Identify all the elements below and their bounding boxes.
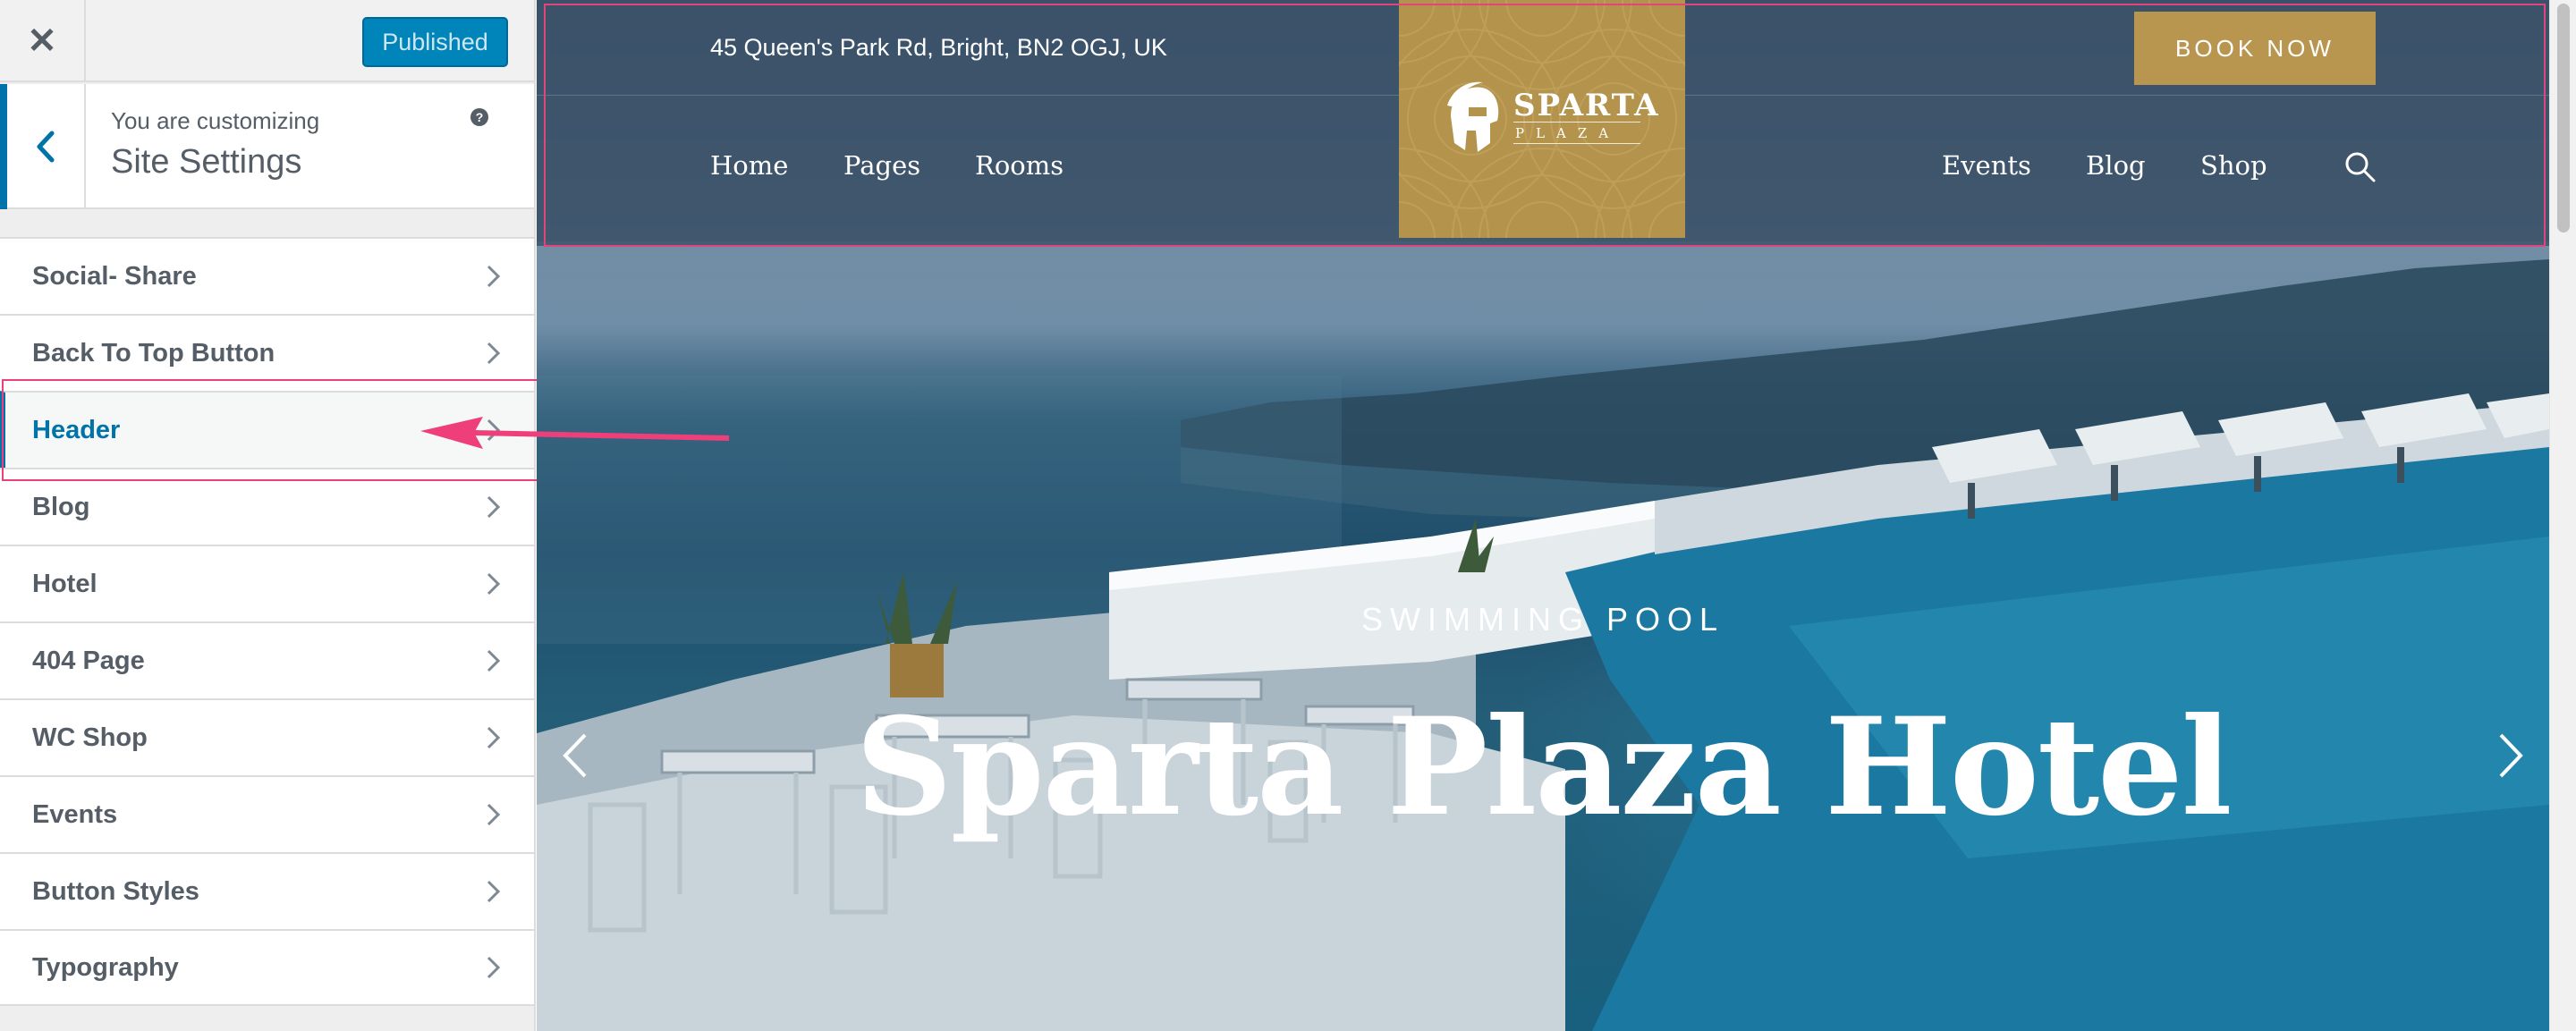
chevron-right-icon bbox=[487, 342, 501, 365]
header-address: 45 Queen's Park Rd, Bright, BN2 OGJ, UK bbox=[710, 34, 1167, 61]
customizer-sidebar: ✕ Published You are customizing Site Set… bbox=[0, 0, 536, 1031]
hero-slide: 45 Queen's Park Rd, Bright, BN2 OGJ, UK … bbox=[537, 0, 2549, 1031]
logo-subtitle: PLAZA bbox=[1515, 125, 1621, 141]
menu-item-typography[interactable]: Typography bbox=[0, 929, 534, 1006]
menu-item-404-page[interactable]: 404 Page bbox=[0, 621, 534, 698]
menu-item-label: 404 Page bbox=[32, 646, 145, 675]
logo-rule bbox=[1513, 143, 1640, 144]
menu-item-button-styles[interactable]: Button Styles bbox=[0, 852, 534, 929]
menu-item-label: Social- Share bbox=[32, 261, 197, 291]
chevron-left-icon[interactable] bbox=[562, 731, 589, 780]
chevron-right-icon bbox=[487, 880, 501, 903]
chevron-right-icon[interactable] bbox=[2497, 731, 2524, 780]
slide-title: Sparta Plaza Hotel bbox=[855, 689, 2232, 846]
back-button[interactable] bbox=[0, 84, 86, 209]
menu-item-wc-shop[interactable]: WC Shop bbox=[0, 698, 534, 775]
menu-item-hotel[interactable]: Hotel bbox=[0, 545, 534, 621]
menu-item-events[interactable]: Events bbox=[0, 775, 534, 852]
slide-subtitle: SWIMMING POOL bbox=[1360, 601, 1724, 638]
menu-item-label: Hotel bbox=[32, 569, 97, 598]
customizer-header: ✕ Published bbox=[0, 0, 534, 82]
chevron-right-icon bbox=[487, 649, 501, 672]
close-customizer-button[interactable]: ✕ bbox=[0, 0, 86, 82]
customizer-info-panel: You are customizing Site Settings ? bbox=[0, 84, 534, 209]
menu-item-label: Button Styles bbox=[32, 876, 199, 906]
chevron-left-icon bbox=[37, 131, 55, 163]
publish-button[interactable]: Published bbox=[362, 17, 508, 67]
arrow-icon bbox=[420, 417, 730, 449]
nav-home[interactable]: Home bbox=[710, 150, 788, 181]
menu-item-label: Typography bbox=[32, 952, 179, 982]
close-icon: ✕ bbox=[27, 21, 57, 61]
settings-menu: Social- Share Back To Top Button Header … bbox=[0, 237, 534, 1006]
panel-title: Site Settings bbox=[111, 143, 302, 181]
menu-item-label: Events bbox=[32, 799, 118, 829]
site-logo[interactable]: SPARTA PLAZA bbox=[1399, 0, 1685, 238]
nav-shop[interactable]: Shop bbox=[2200, 150, 2267, 181]
menu-item-back-to-top[interactable]: Back To Top Button bbox=[0, 314, 534, 391]
search-icon[interactable] bbox=[2343, 150, 2377, 184]
customizing-label: You are customizing bbox=[111, 107, 320, 134]
menu-item-label: WC Shop bbox=[32, 723, 148, 752]
menu-item-label: Header bbox=[32, 415, 121, 444]
scroll-thumb[interactable] bbox=[2557, 4, 2570, 232]
chevron-right-icon bbox=[487, 572, 501, 596]
menu-item-social-share[interactable]: Social- Share bbox=[0, 237, 534, 314]
menu-item-blog[interactable]: Blog bbox=[0, 468, 534, 545]
book-now-button[interactable]: BOOK NOW bbox=[2134, 12, 2376, 85]
chevron-right-icon bbox=[487, 726, 501, 749]
site-preview: 45 Queen's Park Rd, Bright, BN2 OGJ, UK … bbox=[537, 0, 2576, 1031]
nav-rooms[interactable]: Rooms bbox=[975, 150, 1063, 181]
spartan-helmet-icon bbox=[1447, 81, 1499, 152]
nav-blog[interactable]: Blog bbox=[2086, 150, 2146, 181]
nav-events[interactable]: Events bbox=[1942, 150, 2031, 181]
chevron-right-icon bbox=[487, 803, 501, 826]
menu-item-label: Blog bbox=[32, 492, 90, 521]
preview-scrollbar[interactable] bbox=[2549, 0, 2576, 1031]
chevron-right-icon bbox=[487, 956, 501, 979]
logo-rule bbox=[1513, 122, 1640, 123]
chevron-right-icon bbox=[487, 265, 501, 288]
menu-item-label: Back To Top Button bbox=[32, 338, 275, 368]
logo-name: SPARTA bbox=[1513, 88, 1660, 123]
nav-pages[interactable]: Pages bbox=[843, 150, 920, 181]
help-icon[interactable]: ? bbox=[470, 108, 488, 126]
chevron-right-icon bbox=[487, 495, 501, 519]
